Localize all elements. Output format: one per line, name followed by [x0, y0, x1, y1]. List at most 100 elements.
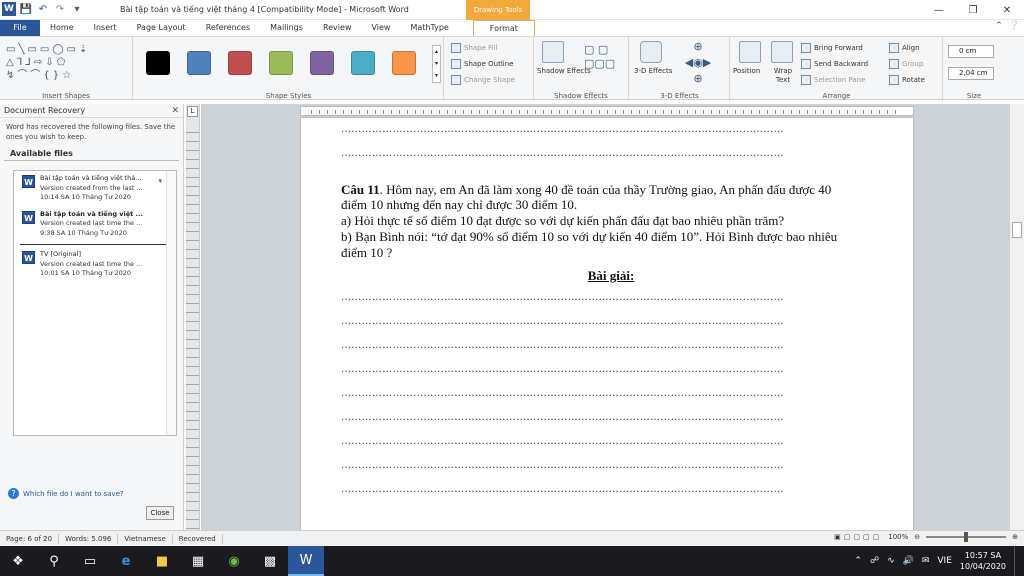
styles-more-icon[interactable]: ▴ ▾ ▾: [432, 45, 441, 83]
rotate-button[interactable]: Rotate: [889, 75, 925, 85]
restore-icon[interactable]: ❐: [956, 0, 990, 20]
zoom-out-icon[interactable]: ⊖: [914, 533, 920, 541]
minimize-icon[interactable]: —: [922, 0, 956, 20]
shadow-effects-button-label[interactable]: Shadow Effects: [537, 67, 591, 76]
recovered-file-item[interactable]: W TV [Original] Version created last tim…: [14, 247, 176, 283]
shape-width-input[interactable]: 2,04 cm: [948, 67, 994, 80]
three-d-effects-icon[interactable]: [640, 41, 662, 63]
redo-icon[interactable]: ↷: [53, 2, 67, 16]
clock-date: 10/04/2020: [959, 562, 1006, 571]
close-button[interactable]: Close: [146, 506, 174, 520]
style-swatch-orange[interactable]: [392, 51, 416, 75]
wifi-icon[interactable]: ∿: [887, 556, 895, 566]
page-count[interactable]: Page: 6 of 20: [0, 533, 60, 544]
store-icon[interactable]: ▦: [180, 546, 216, 576]
shadow-effects-group: Shadow Effects ▢ ▢ ▢▢▢ Shadow Effects: [533, 37, 629, 101]
horizontal-ruler[interactable]: [300, 106, 914, 116]
change-shape-label: Change Shape: [464, 76, 515, 84]
align-button[interactable]: Align: [889, 43, 920, 53]
tab-review[interactable]: Review: [313, 20, 362, 36]
position-button-label[interactable]: Position: [733, 67, 760, 75]
tab-mathtype[interactable]: MathType: [400, 20, 458, 36]
file-list-scrollbar[interactable]: [166, 171, 176, 435]
tab-selector-icon[interactable]: L: [187, 106, 198, 117]
close-pane-icon[interactable]: ✕: [171, 104, 179, 118]
tab-references[interactable]: References: [196, 20, 260, 36]
tab-mailings[interactable]: Mailings: [260, 20, 313, 36]
tilt-icons[interactable]: ⊕ ◀◉▶ ⊕: [678, 39, 718, 87]
document-page[interactable]: ……………………………………………………………………………………………………………: [301, 118, 913, 530]
tray-chevron-icon[interactable]: ⌃: [854, 556, 862, 566]
volume-icon[interactable]: 🔊: [903, 556, 914, 566]
view-buttons-icon[interactable]: ▣▢▢▢▢: [834, 533, 882, 541]
recovered-file-item[interactable]: W Bài tập toán và tiếng việt thá... Vers…: [14, 171, 176, 207]
style-swatch-blue[interactable]: [187, 51, 211, 75]
shadow-effects-icon[interactable]: [542, 41, 564, 63]
style-swatch-purple[interactable]: [310, 51, 334, 75]
app-green-icon[interactable]: ◉: [216, 546, 252, 576]
tab-page-layout[interactable]: Page Layout: [127, 20, 196, 36]
collapse-ribbon-icon[interactable]: ⌃: [995, 21, 1003, 31]
group-button[interactable]: Group: [889, 59, 923, 69]
undo-icon[interactable]: ↶: [36, 2, 50, 16]
shape-height-input[interactable]: 0 cm: [948, 45, 994, 58]
shape-outline-button[interactable]: Shape Outline: [451, 59, 513, 69]
zoom-slider[interactable]: [926, 532, 1007, 542]
clock[interactable]: 10:57 SA 10/04/2020: [960, 550, 1006, 572]
tab-format[interactable]: Format: [472, 20, 535, 36]
zoom-level[interactable]: 100%: [888, 533, 908, 541]
word-taskbar-icon[interactable]: W: [288, 546, 324, 576]
style-swatch-green[interactable]: [269, 51, 293, 75]
style-swatch-aqua[interactable]: [351, 51, 375, 75]
insert-shapes-group: ▭╲▭▭◯▭⇣ △⅂⅃⇨⇩⬠ ↯⌒⌒{}☆ Insert Shapes: [0, 37, 133, 101]
selection-pane-button[interactable]: Selection Pane: [801, 75, 865, 85]
help-icon[interactable]: ❔: [1009, 21, 1020, 31]
network-icon[interactable]: ☍: [870, 556, 879, 566]
solution-heading: Bài giải:: [587, 268, 635, 283]
recovered-file-item[interactable]: W Bài tập toán và tiếng việt ... Version…: [14, 207, 176, 243]
change-shape-button[interactable]: Change Shape: [451, 75, 515, 85]
input-language[interactable]: VIE: [937, 556, 952, 566]
bring-forward-icon: [801, 43, 811, 53]
three-d-effects-label: 3-D Effects: [660, 92, 699, 100]
tab-file[interactable]: File: [0, 20, 40, 36]
recovery-pane-header: Document Recovery ✕: [0, 104, 183, 118]
task-view-icon[interactable]: ▭: [72, 546, 108, 576]
show-desktop-icon[interactable]: [1014, 546, 1018, 576]
wrap-text-button-label[interactable]: Wrap Text: [771, 67, 795, 85]
scrollbar-thumb[interactable]: [1012, 222, 1022, 238]
shape-fill-button[interactable]: Shape Fill: [451, 43, 498, 53]
save-icon[interactable]: 💾: [19, 2, 33, 16]
wrap-text-icon[interactable]: [771, 41, 793, 63]
nudge-shadow-icons[interactable]: ▢ ▢ ▢▢▢: [584, 43, 615, 71]
file-explorer-icon[interactable]: ■: [144, 546, 180, 576]
group-label: Group: [902, 60, 924, 68]
language-indicator[interactable]: Vietnamese: [118, 533, 173, 544]
file-dropdown-icon[interactable]: ▾: [158, 177, 162, 187]
shapes-gallery[interactable]: ▭╲▭▭◯▭⇣ △⅂⅃⇨⇩⬠ ↯⌒⌒{}☆: [6, 43, 126, 83]
which-file-link[interactable]: ? Which file do I want to save?: [8, 488, 124, 499]
bring-forward-button[interactable]: Bring Forward: [801, 43, 863, 53]
send-backward-button[interactable]: Send Backward: [801, 59, 868, 69]
tab-home[interactable]: Home: [40, 20, 84, 36]
three-d-button-label[interactable]: 3-D Effects: [634, 67, 672, 76]
vertical-scrollbar[interactable]: [1009, 104, 1024, 530]
close-icon[interactable]: ✕: [990, 0, 1024, 20]
search-icon[interactable]: ⚲: [36, 546, 72, 576]
zoom-in-icon[interactable]: ⊕: [1012, 533, 1018, 541]
recovered-file-list: W Bài tập toán và tiếng việt thá... Vers…: [13, 170, 177, 436]
edge-icon[interactable]: e: [108, 546, 144, 576]
word-count[interactable]: Words: 5.096: [59, 533, 119, 544]
style-swatch-black[interactable]: [146, 51, 170, 75]
zoom-slider-knob[interactable]: [964, 532, 969, 542]
notification-icon[interactable]: ✉: [922, 556, 930, 566]
position-icon[interactable]: [739, 41, 761, 63]
style-swatch-red[interactable]: [228, 51, 252, 75]
tab-view[interactable]: View: [361, 20, 400, 36]
arrange-group: Position Wrap Text Bring Forward Send Ba…: [731, 37, 943, 101]
app-unikey-icon[interactable]: ▩: [252, 546, 288, 576]
start-icon[interactable]: ❖: [0, 546, 36, 576]
customize-qat-icon[interactable]: ▾: [70, 2, 84, 16]
file-name: TV [Original]: [40, 250, 81, 258]
tab-insert[interactable]: Insert: [84, 20, 127, 36]
